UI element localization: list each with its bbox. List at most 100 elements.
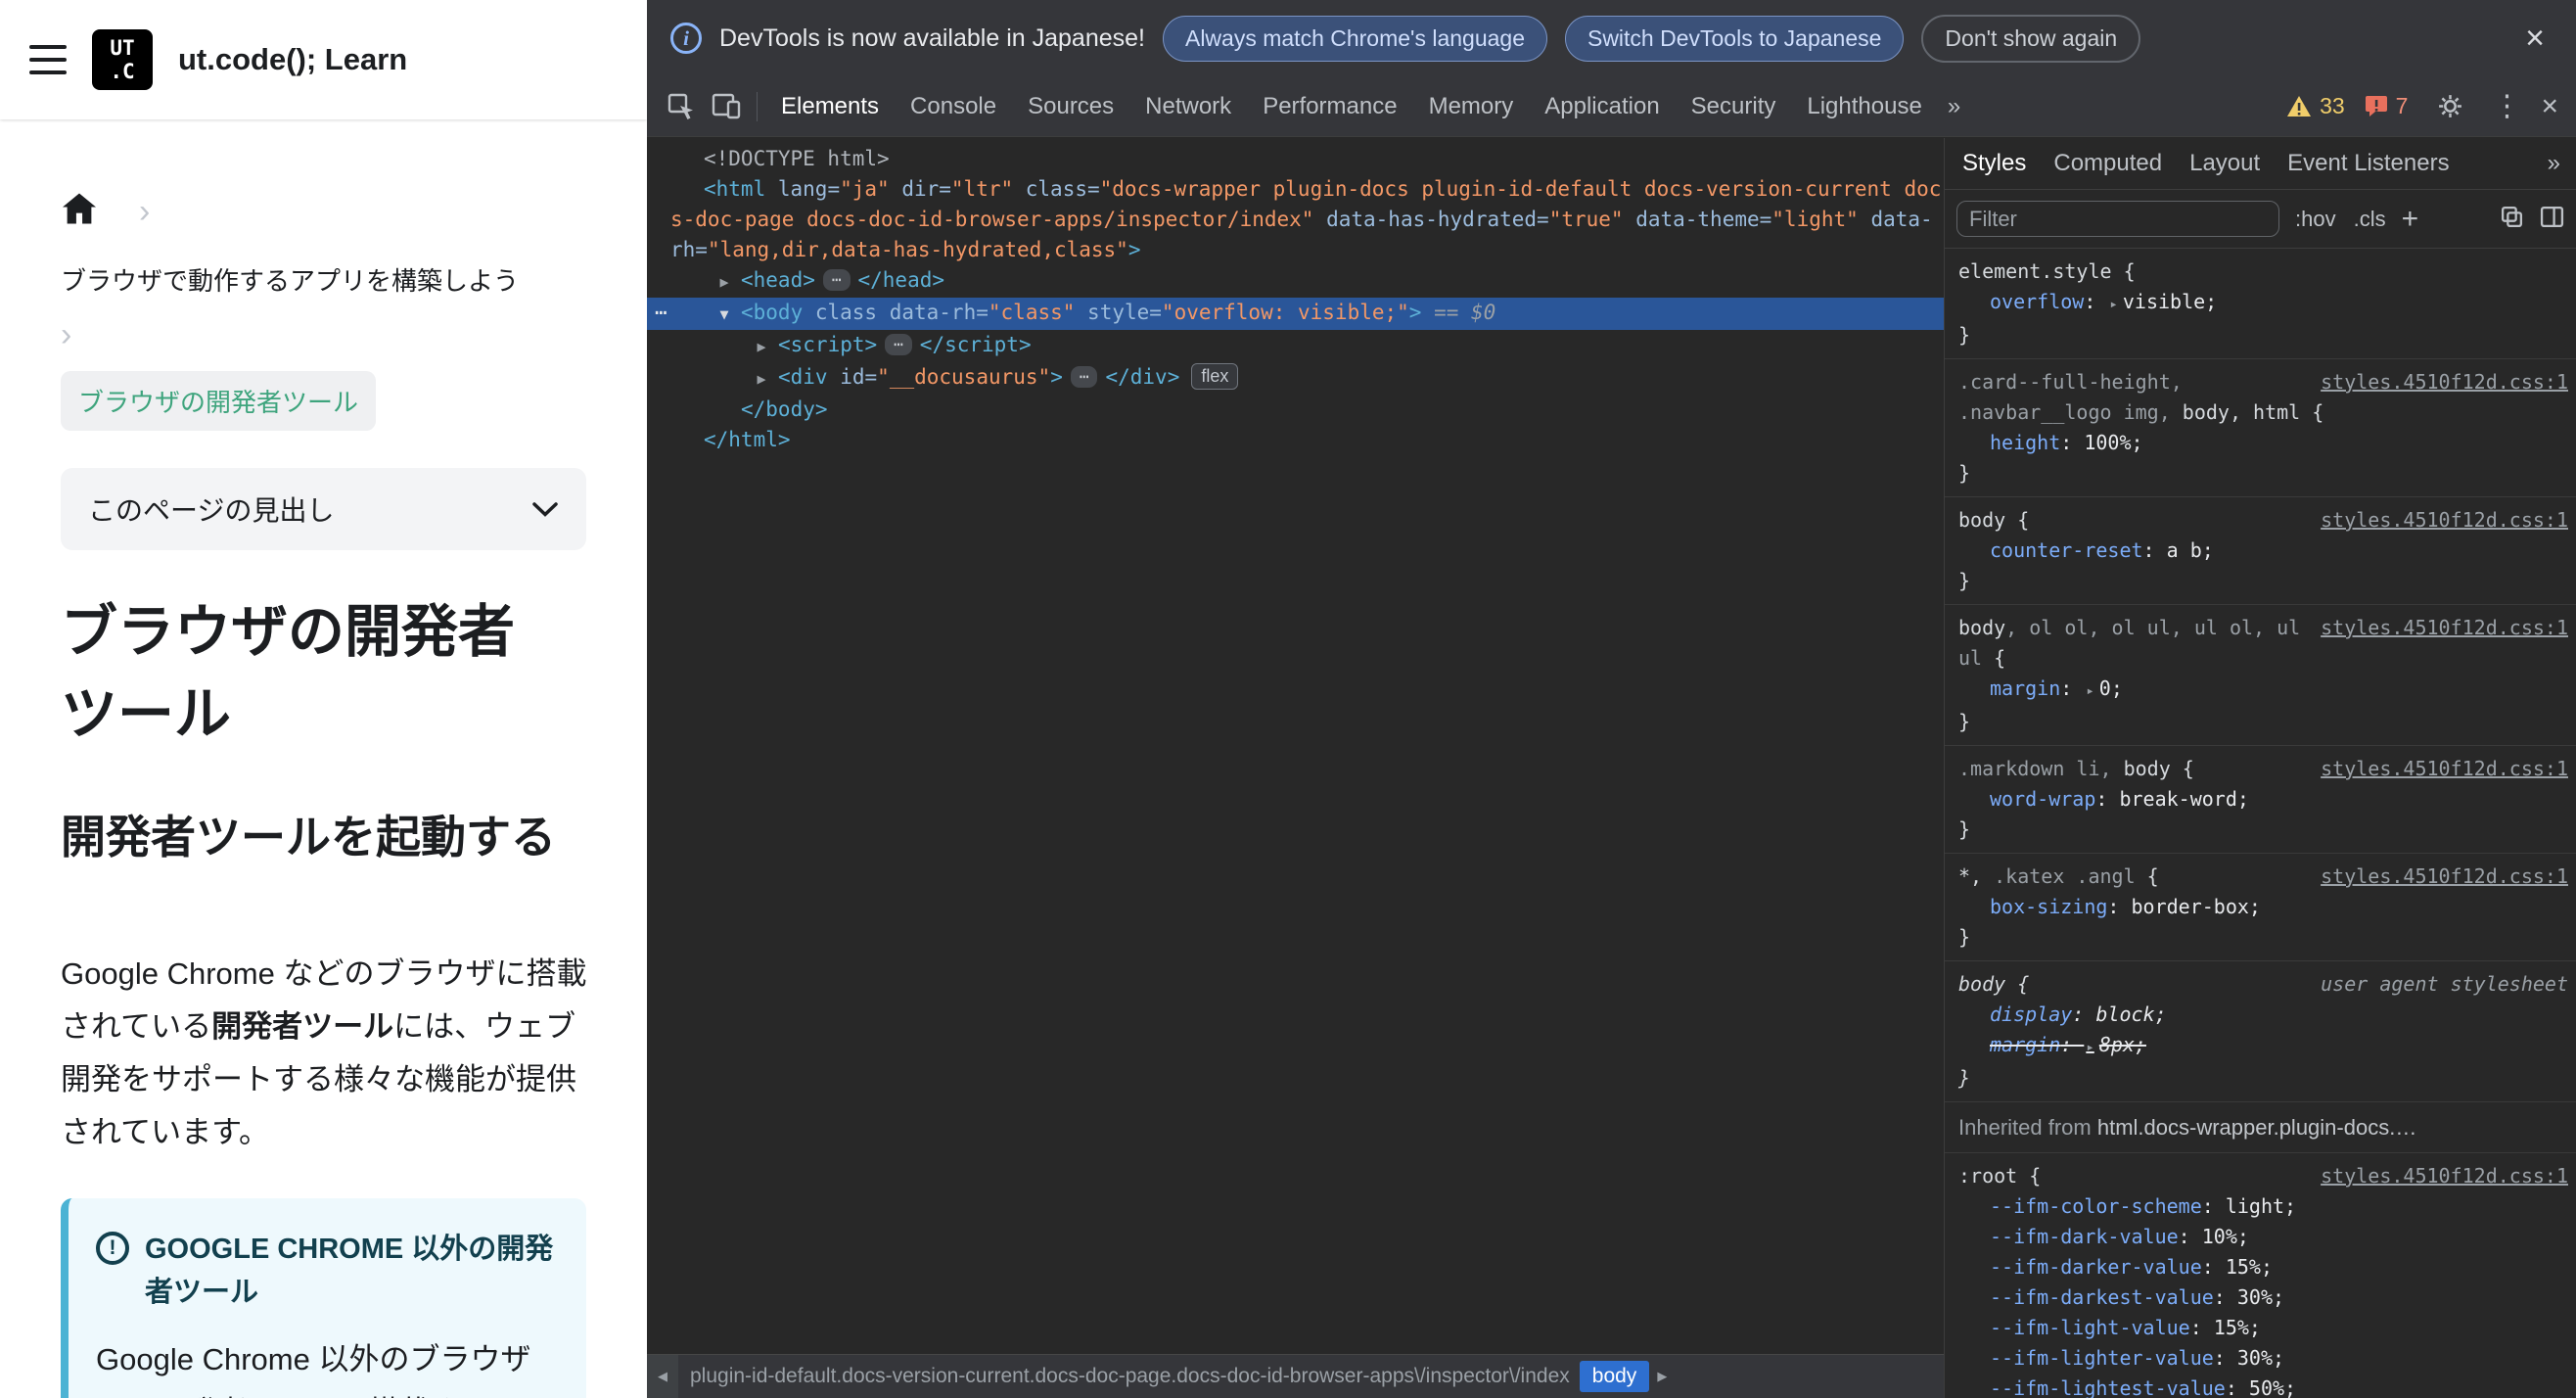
inspect-element-icon[interactable]: [659, 84, 704, 129]
dom-row[interactable]: ▶ <div id="__docusaurus"> ⋯ </div> flex: [647, 362, 1944, 395]
styles-filter-input[interactable]: [1956, 201, 2279, 237]
toggle-cls[interactable]: .cls: [2354, 207, 2386, 232]
shorthand-expand-icon[interactable]: ▸: [2086, 1040, 2093, 1055]
infobar-close-icon[interactable]: ×: [2517, 22, 2553, 55]
style-rule: element.style {overflow: ▸ visible;}: [1945, 249, 2576, 359]
shorthand-expand-icon[interactable]: ▸: [2109, 297, 2117, 312]
computed-panel-toggle-icon[interactable]: [2540, 205, 2564, 234]
tab-security[interactable]: Security: [1676, 76, 1792, 136]
body-paragraph: Google Chrome などのブラウザに搭載されている開発者ツールには、ウェ…: [61, 948, 594, 1159]
devtools-close-icon[interactable]: ×: [2541, 91, 2558, 121]
site-logo[interactable]: UT .C: [92, 29, 153, 90]
toggle-hov[interactable]: :hov: [2295, 207, 2336, 232]
css-property-value: visible;: [2122, 290, 2218, 313]
css-property[interactable]: counter-reset: a b;: [1945, 536, 2576, 566]
expand-arrow-icon[interactable]: ▶: [745, 364, 778, 395]
css-property-name: box-sizing: [1990, 895, 2108, 918]
collapsed-content-button[interactable]: ⋯: [885, 334, 912, 355]
code-token: </body>: [741, 397, 828, 421]
crumb-selected-body[interactable]: body: [1579, 1361, 1650, 1392]
settings-gear-icon[interactable]: [2427, 84, 2472, 129]
sidebar-tab-layout[interactable]: Layout: [2176, 138, 2274, 189]
sidebar-more-tabs-icon[interactable]: »: [2536, 150, 2572, 177]
css-property[interactable]: --ifm-color-scheme: light;: [1945, 1191, 2576, 1222]
tab-memory[interactable]: Memory: [1413, 76, 1530, 136]
crumb-scroll-left-icon[interactable]: ◀: [647, 1355, 678, 1398]
expand-arrow-icon[interactable]: ▶: [745, 332, 778, 362]
code-token: </div>: [1105, 365, 1180, 389]
sidebar-tab-event-listeners[interactable]: Event Listeners: [2274, 138, 2462, 189]
toolbar-divider: [757, 91, 758, 121]
stylesheet-source-link[interactable]: styles.4510f12d.css:1: [2321, 613, 2568, 643]
sidebar-tab-styles[interactable]: Styles: [1949, 138, 2040, 189]
dom-row[interactable]: <html lang="ja" dir="ltr" class="docs-wr…: [647, 174, 1944, 265]
selector-part: *,: [1958, 864, 1983, 888]
collapsed-content-button[interactable]: ⋯: [822, 269, 851, 291]
logo-line2: .C: [110, 60, 135, 83]
inherited-node-link[interactable]: html.docs-wrapper.plugin-docs.…: [2097, 1115, 2416, 1140]
device-toolbar-icon[interactable]: [704, 84, 749, 129]
css-property[interactable]: margin: ▸ 0;: [1945, 674, 2576, 707]
tab-elements[interactable]: Elements: [765, 76, 895, 136]
expand-arrow-icon[interactable]: ▼: [708, 300, 741, 330]
css-property[interactable]: margin: ▸ 8px;: [1945, 1030, 2576, 1063]
tab-network[interactable]: Network: [1129, 76, 1247, 136]
stylesheet-source-link[interactable]: styles.4510f12d.css:1: [2321, 862, 2568, 892]
css-property-name: margin: [1990, 1033, 2061, 1056]
node-menu-dots-icon[interactable]: ⋯: [655, 298, 668, 328]
site-title[interactable]: ut.code(); Learn: [178, 42, 407, 77]
css-property[interactable]: --ifm-lighter-value: 30%;: [1945, 1343, 2576, 1374]
dismiss-infobar-button[interactable]: Don't show again: [1921, 14, 2141, 63]
more-tabs-icon[interactable]: »: [1938, 93, 1970, 120]
css-property[interactable]: --ifm-darkest-value: 30%;: [1945, 1282, 2576, 1313]
tab-performance[interactable]: Performance: [1247, 76, 1412, 136]
stylesheet-source-link[interactable]: styles.4510f12d.css:1: [2321, 1161, 2568, 1191]
css-property[interactable]: --ifm-darker-value: 15%;: [1945, 1252, 2576, 1282]
switch-japanese-button[interactable]: Switch DevTools to Japanese: [1564, 15, 1905, 62]
match-language-button[interactable]: Always match Chrome's language: [1162, 15, 1547, 62]
css-property[interactable]: --ifm-light-value: 15%;: [1945, 1313, 2576, 1343]
dom-row[interactable]: ▶ <script> ⋯ </script>: [647, 330, 1944, 362]
css-property[interactable]: height: 100%;: [1945, 428, 2576, 458]
css-property[interactable]: word-wrap: break-word;: [1945, 784, 2576, 815]
crumb-scroll-right-icon[interactable]: ▶: [1657, 1369, 1667, 1384]
shorthand-expand-icon[interactable]: ▸: [2086, 683, 2093, 699]
breadcrumb-current-badge: ブラウザの開発者ツール: [61, 371, 377, 431]
issues-counter[interactable]: 7: [2365, 93, 2408, 119]
dom-row[interactable]: </body>: [647, 395, 1944, 425]
page-toc-toggle[interactable]: このページの見出し: [61, 468, 586, 550]
dom-row[interactable]: </html>: [647, 425, 1944, 455]
style-rule: styles.4510f12d.css:1 body, ol ol, ol ul,…: [1945, 605, 2576, 746]
flex-badge[interactable]: flex: [1191, 363, 1239, 390]
home-icon[interactable]: [61, 192, 98, 230]
expand-arrow-icon[interactable]: ▶: [708, 267, 741, 298]
css-property[interactable]: box-sizing: border-box;: [1945, 892, 2576, 922]
dom-row[interactable]: ⋯ ▼ <body class data-rh="class" style="ove…: [647, 298, 1944, 330]
stylesheet-source-link[interactable]: styles.4510f12d.css:1: [2321, 754, 2568, 784]
stylesheet-source-link[interactable]: styles.4510f12d.css:1: [2321, 505, 2568, 536]
kebab-menu-icon[interactable]: ⋮: [2492, 91, 2521, 121]
warnings-counter[interactable]: 33: [2286, 93, 2345, 119]
collapsed-content-button[interactable]: ⋯: [1070, 366, 1098, 388]
menu-hamburger-icon[interactable]: [29, 45, 67, 74]
css-property[interactable]: --ifm-lightest-value: 50%;: [1945, 1374, 2576, 1398]
element-states-icon[interactable]: [2500, 205, 2524, 234]
ua-stylesheet-note: user agent stylesheet: [2321, 972, 2568, 996]
code-token: <html: [704, 177, 766, 201]
breadcrumb-level1[interactable]: ブラウザで動作するアプリを構築しよう: [61, 261, 586, 301]
new-style-rule-icon[interactable]: +: [2402, 203, 2419, 236]
section-heading: 開発者ツールを起動する: [61, 812, 556, 862]
dom-row[interactable]: ▶ <head> ⋯ </head>: [647, 265, 1944, 298]
css-property[interactable]: overflow: ▸ visible;: [1945, 287, 2576, 320]
css-property[interactable]: display: block;: [1945, 1000, 2576, 1030]
code-token: <!DOCTYPE html>: [704, 147, 890, 170]
tab-lighthouse[interactable]: Lighthouse: [1791, 76, 1937, 136]
stylesheet-source-link[interactable]: styles.4510f12d.css:1: [2321, 367, 2568, 397]
dom-row[interactable]: <!DOCTYPE html>: [647, 144, 1944, 174]
sidebar-tab-computed[interactable]: Computed: [2040, 138, 2176, 189]
tab-sources[interactable]: Sources: [1012, 76, 1129, 136]
css-property[interactable]: --ifm-dark-value: 10%;: [1945, 1222, 2576, 1252]
crumb-path[interactable]: plugin-id-default.docs-version-current.d…: [690, 1365, 1570, 1388]
tab-application[interactable]: Application: [1529, 76, 1675, 136]
tab-console[interactable]: Console: [895, 76, 1012, 136]
